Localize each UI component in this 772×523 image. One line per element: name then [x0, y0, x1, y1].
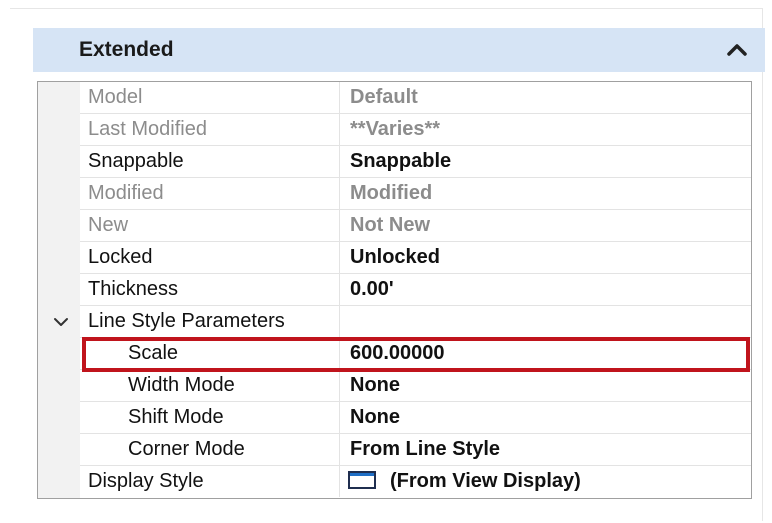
property-value[interactable]: 600.00000: [350, 338, 445, 369]
property-value[interactable]: Modified: [350, 178, 432, 209]
property-row-locked[interactable]: Locked Unlocked: [80, 242, 751, 274]
chevron-up-icon[interactable]: [725, 38, 749, 62]
property-value[interactable]: From Line Style: [350, 434, 500, 465]
property-row-corner-mode[interactable]: Corner Mode From Line Style: [80, 434, 751, 466]
property-value-text: (From View Display): [390, 470, 581, 492]
property-name: Thickness: [88, 274, 340, 305]
property-group-name: Line Style Parameters: [88, 306, 340, 337]
property-name: Scale: [88, 338, 340, 369]
property-name: Last Modified: [88, 114, 340, 145]
grid-gutter: [38, 82, 80, 498]
property-value[interactable]: None: [350, 402, 400, 433]
property-name: Width Mode: [88, 370, 340, 401]
property-value[interactable]: Default: [350, 82, 418, 113]
property-row-thickness[interactable]: Thickness 0.00': [80, 274, 751, 306]
property-name: Snappable: [88, 146, 340, 177]
property-value[interactable]: Snappable: [350, 146, 451, 177]
property-name: Display Style: [88, 466, 340, 497]
property-value[interactable]: None: [350, 370, 400, 401]
property-name: Modified: [88, 178, 340, 209]
property-value[interactable]: **Varies**: [350, 114, 440, 145]
property-name: Locked: [88, 242, 340, 273]
property-value[interactable]: 0.00': [350, 274, 394, 305]
property-grid: Model Default Last Modified **Varies** S…: [37, 81, 752, 499]
property-row-model[interactable]: Model Default: [80, 82, 751, 114]
property-row-snappable[interactable]: Snappable Snappable: [80, 146, 751, 178]
property-value[interactable]: Unlocked: [350, 242, 440, 273]
property-value[interactable]: Not New: [350, 210, 430, 241]
section-title: Extended: [79, 38, 174, 61]
property-row-display-style[interactable]: Display Style (From View Display): [80, 466, 751, 498]
property-name: Shift Mode: [88, 402, 340, 433]
property-name: Corner Mode: [88, 434, 340, 465]
property-name: New: [88, 210, 340, 241]
property-value-display-style[interactable]: (From View Display): [348, 466, 581, 497]
chevron-down-icon[interactable]: [52, 313, 70, 331]
property-group-line-style-parameters[interactable]: Line Style Parameters: [80, 306, 751, 338]
property-row-scale[interactable]: Scale 600.00000: [80, 338, 751, 370]
section-header-extended[interactable]: Extended: [33, 28, 765, 72]
property-name: Model: [88, 82, 340, 113]
property-row-shift-mode[interactable]: Shift Mode None: [80, 402, 751, 434]
property-row-modified[interactable]: Modified Modified: [80, 178, 751, 210]
property-row-width-mode[interactable]: Width Mode None: [80, 370, 751, 402]
property-row-new[interactable]: New Not New: [80, 210, 751, 242]
property-row-last-modified[interactable]: Last Modified **Varies**: [80, 114, 751, 146]
display-style-swatch-icon: [348, 470, 376, 489]
